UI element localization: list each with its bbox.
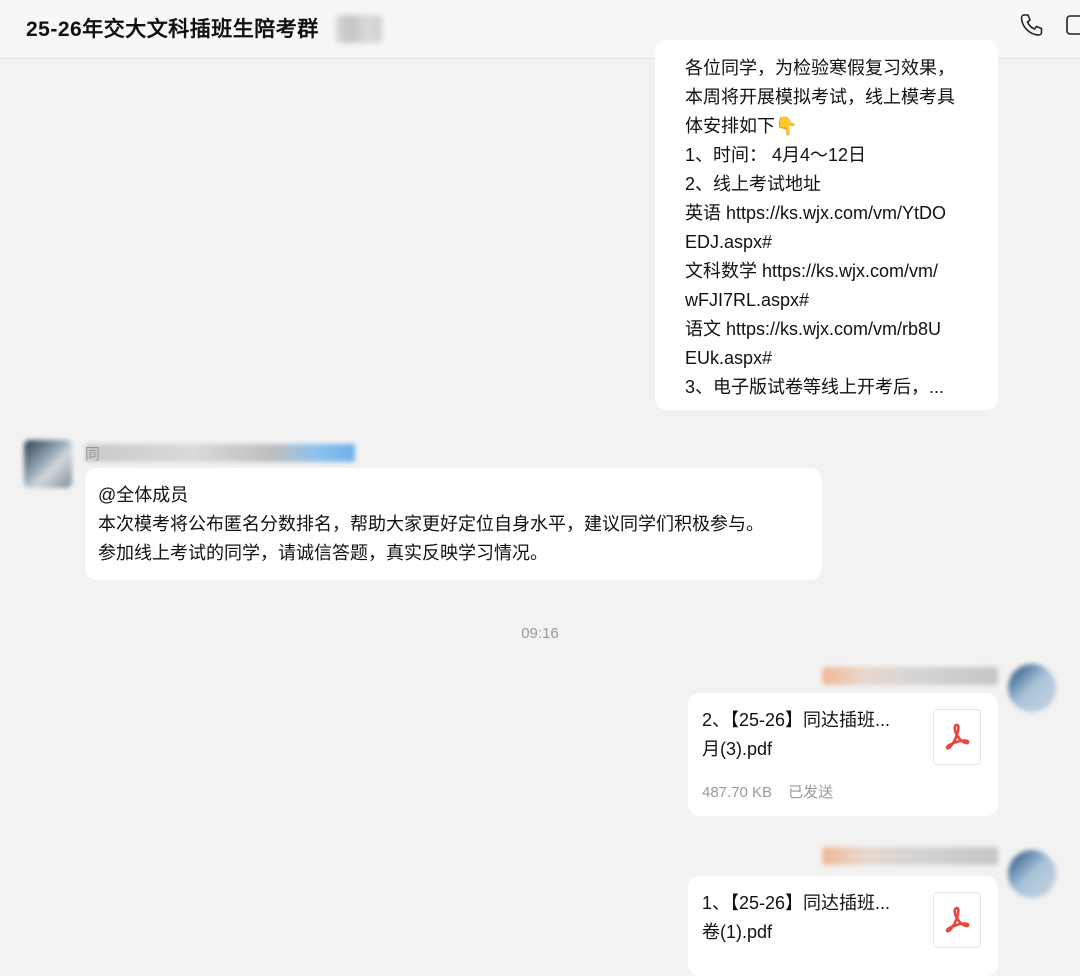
message-line: 2、线上考试地址 <box>685 174 822 194</box>
file-meta: 487.70 KB 已发送 <box>702 781 833 802</box>
pdf-file-icon <box>933 709 981 765</box>
message-link-line[interactable]: 文科数学 https://ks.wjx.com/vm/ <box>685 257 998 286</box>
message-line: 本次模考将公布匿名分数排名，帮助大家更好定位自身水平，建议同学们积极参与。 <box>98 514 764 534</box>
message-link-line[interactable]: EDJ.aspx# <box>685 228 998 257</box>
sender-name-initial: 同 <box>85 446 101 463</box>
self-name-blurred <box>822 667 998 685</box>
chat-title: 25-26年交大文科插班生陪考群 <box>26 18 319 41</box>
file-name: 2、【25-26】同达插班... 月(3).pdf <box>702 710 891 759</box>
sender-name-blurred <box>85 444 355 462</box>
file-status: 已发送 <box>788 784 834 801</box>
sender-avatar[interactable] <box>24 440 72 488</box>
message-line: 本周将开展模拟考试，线上模考具 <box>685 87 955 107</box>
file-message-card[interactable]: 2、【25-26】同达插班... 月(3).pdf 487.70 KB 已发送 <box>688 693 998 816</box>
message-link-line[interactable]: wFJI7RL.aspx# <box>685 286 998 315</box>
mention-message-bubble[interactable]: @全体成员 本次模考将公布匿名分数排名，帮助大家更好定位自身水平，建议同学们积极… <box>85 468 822 580</box>
self-avatar[interactable] <box>1008 664 1056 712</box>
pdf-file-icon <box>933 892 981 948</box>
self-name-blurred <box>822 847 998 865</box>
window-icon[interactable] <box>1066 12 1080 43</box>
notice-message-bubble[interactable]: 各位同学，为检验寒假复习效果， 本周将开展模拟考试，线上模考具 体安排如下👇 1… <box>655 40 998 410</box>
mention-all-tag[interactable]: @全体成员 <box>98 481 822 510</box>
self-avatar[interactable] <box>1008 850 1056 898</box>
message-line: 各位同学，为检验寒假复习效果， <box>685 58 955 78</box>
message-link-line[interactable]: 英语 https://ks.wjx.com/vm/YtDO <box>685 199 998 228</box>
message-line: 参加线上考试的同学，请诚信答题，真实反映学习情况。 <box>98 543 548 563</box>
file-size: 487.70 KB <box>702 784 773 801</box>
phone-icon[interactable] <box>1018 12 1044 43</box>
file-name: 1、【25-26】同达插班... 卷(1).pdf <box>702 893 891 942</box>
message-link-line[interactable]: EUk.aspx# <box>685 344 998 373</box>
message-line: 体安排如下👇 <box>685 116 798 136</box>
message-timestamp: 09:16 <box>521 625 559 642</box>
message-line: 1、时间： 4月4～12日 <box>685 145 867 165</box>
title-member-count-blurred <box>336 15 382 43</box>
file-message-card[interactable]: 1、【25-26】同达插班... 卷(1).pdf <box>688 876 998 976</box>
message-line: 3、电子版试卷等线上开考后，... <box>685 377 945 397</box>
message-link-line[interactable]: 语文 https://ks.wjx.com/vm/rb8U <box>685 315 998 344</box>
